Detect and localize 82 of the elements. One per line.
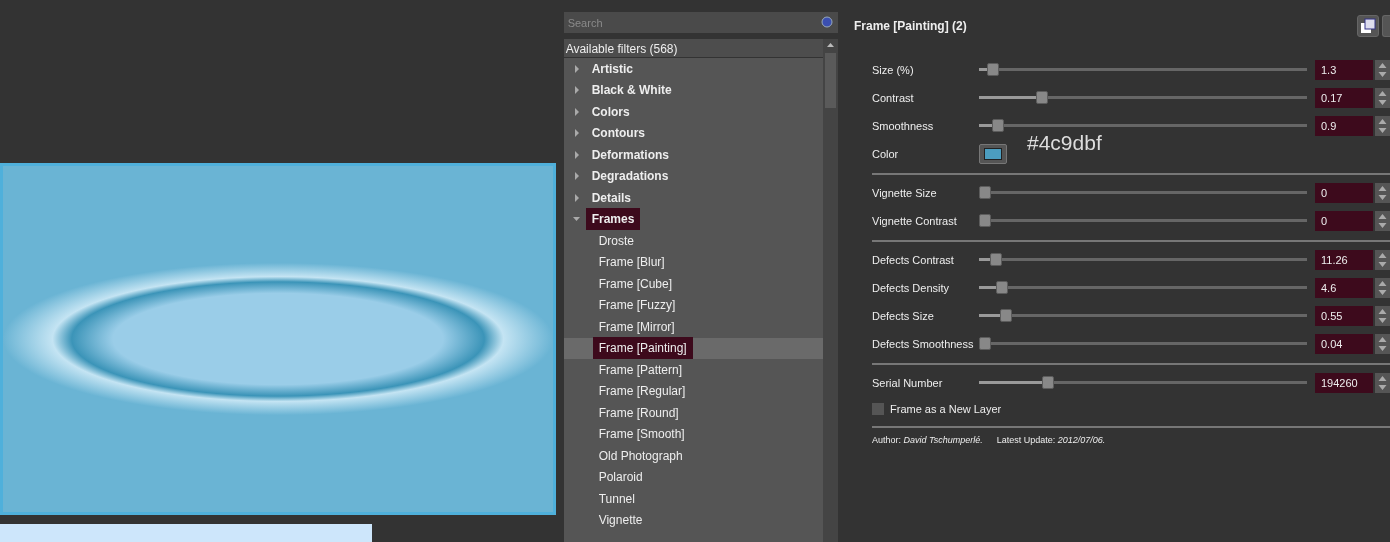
- tree-item[interactable]: Frame [Fuzzy]: [592, 294, 682, 317]
- color-code-note: #4c9dbf: [1027, 130, 1102, 157]
- param-label: Defects Size: [872, 308, 935, 324]
- slider-thumb[interactable]: [990, 253, 1003, 266]
- param-label: Color: [872, 146, 900, 162]
- spin-buttons[interactable]: [1375, 278, 1390, 298]
- tree-item[interactable]: Frame [Round]: [592, 401, 685, 424]
- value-field[interactable]: 1.3: [1315, 60, 1373, 80]
- spin-buttons[interactable]: [1375, 334, 1390, 354]
- value-field[interactable]: 0.17: [1315, 88, 1373, 108]
- param-label: Defects Density: [872, 280, 951, 296]
- tree-item[interactable]: Frame [Pattern]: [592, 358, 689, 381]
- spin-buttons[interactable]: [1375, 250, 1390, 270]
- search-field[interactable]: Search: [563, 12, 838, 33]
- slider-fill: [979, 286, 998, 289]
- value-field[interactable]: 0: [1315, 211, 1373, 231]
- filter-title: Frame [Painting] (2): [854, 18, 967, 35]
- update-text: Latest Update: 2012/07/06.: [996, 434, 1106, 447]
- param-label: Defects Contrast: [872, 252, 955, 268]
- tree-item[interactable]: Frame [Mirror]: [592, 315, 681, 338]
- slider-thumb[interactable]: [986, 63, 999, 76]
- slider-thumb[interactable]: [996, 281, 1009, 294]
- spin-buttons[interactable]: [1375, 88, 1390, 108]
- tree-item[interactable]: Tunnel: [592, 487, 641, 510]
- spin-buttons[interactable]: [1375, 116, 1390, 136]
- slider-thumb[interactable]: [1035, 91, 1048, 104]
- param-label: Size (%): [872, 62, 915, 78]
- slider-fill: [979, 96, 1039, 99]
- slider-thumb[interactable]: [979, 214, 991, 227]
- spin-buttons[interactable]: [1375, 373, 1390, 393]
- spin-buttons[interactable]: [1375, 211, 1390, 231]
- tree-category[interactable]: Black & White: [585, 79, 678, 102]
- tree-item[interactable]: Frame [Regular]: [592, 380, 692, 403]
- tree-item[interactable]: Frame [Blur]: [592, 251, 671, 274]
- tree-category[interactable]: Deformations: [585, 143, 675, 166]
- slider-thumb[interactable]: [979, 186, 991, 199]
- param-label: Defects Smoothness: [872, 336, 975, 352]
- search-icon: [821, 16, 833, 28]
- author-text: Author: David Tschumperlé.: [872, 434, 983, 447]
- checkbox[interactable]: [872, 403, 884, 415]
- param-label: Contrast: [872, 90, 915, 106]
- tree-item[interactable]: Droste: [592, 229, 640, 252]
- spin-buttons[interactable]: [1375, 60, 1390, 80]
- list-header: Available filters (568): [563, 39, 823, 58]
- value-field[interactable]: 0.55: [1315, 306, 1373, 326]
- tree-item[interactable]: Frame [Cube]: [592, 272, 678, 295]
- param-label: Smoothness: [872, 118, 935, 134]
- value-field[interactable]: 0.04: [1315, 334, 1373, 354]
- window-button[interactable]: [1357, 15, 1380, 37]
- value-field[interactable]: 4.6: [1315, 278, 1373, 298]
- param-label: Vignette Size: [872, 185, 938, 201]
- slider-thumb[interactable]: [1042, 376, 1055, 389]
- scrollbar[interactable]: [823, 39, 838, 542]
- value-field[interactable]: 194260: [1315, 373, 1373, 393]
- slider-fill: [979, 258, 991, 261]
- param-label: Vignette Contrast: [872, 213, 958, 229]
- tree-category[interactable]: Degradations: [585, 165, 675, 188]
- tree-item[interactable]: Vignette: [592, 509, 649, 532]
- tree-item[interactable]: Frame [Painting]: [592, 337, 693, 360]
- tree-item[interactable]: Frame [Smooth]: [592, 423, 691, 446]
- color-button[interactable]: [979, 144, 1007, 164]
- slider-thumb[interactable]: [999, 309, 1012, 322]
- slider-fill: [979, 381, 1045, 384]
- tree-item[interactable]: Old Photograph: [592, 444, 689, 467]
- tree-category[interactable]: Colors: [585, 100, 636, 123]
- checkbox-label: Frame as a New Layer: [890, 401, 1002, 417]
- tree-category[interactable]: Details: [585, 186, 637, 209]
- value-field[interactable]: 0.9: [1315, 116, 1373, 136]
- slider-fill: [979, 68, 988, 71]
- slider-thumb[interactable]: [991, 119, 1004, 132]
- tree-category[interactable]: Artistic: [585, 57, 639, 80]
- value-field[interactable]: 0: [1315, 183, 1373, 203]
- spin-buttons[interactable]: [1375, 183, 1390, 203]
- tree-category[interactable]: Contours: [585, 122, 651, 145]
- tree-category[interactable]: Frames: [585, 208, 641, 231]
- spin-buttons[interactable]: [1375, 306, 1390, 326]
- param-label: Serial Number: [872, 375, 944, 391]
- value-field[interactable]: 11.26: [1315, 250, 1373, 270]
- slider-thumb[interactable]: [979, 337, 991, 350]
- slider-fill: [979, 124, 993, 127]
- tree-item[interactable]: Polaroid: [592, 466, 649, 489]
- slider-fill: [979, 314, 1001, 317]
